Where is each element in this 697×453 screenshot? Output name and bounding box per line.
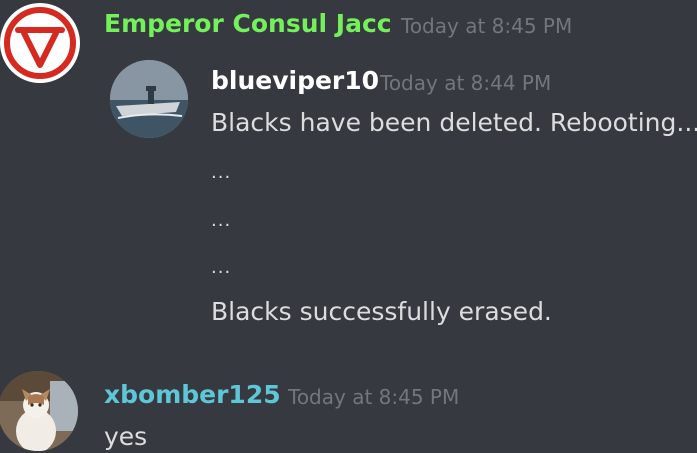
quoted-author-name[interactable]: blueviper10 <box>211 68 379 93</box>
avatar[interactable] <box>0 371 78 451</box>
quoted-line: Blacks have been deleted. Rebooting... <box>211 108 697 137</box>
message-text: yes <box>104 422 148 451</box>
message-timestamp: Today at 8:45 PM <box>288 385 460 409</box>
message-xbomber125: xbomber125 Today at 8:45 PM yes <box>0 345 697 453</box>
aircraft-carrier-photo <box>110 60 188 138</box>
quoted-line: ... <box>211 210 232 231</box>
author-name[interactable]: xbomber125 <box>104 382 281 407</box>
cat-photo <box>0 371 78 451</box>
quoted-line: Blacks successfully erased. <box>211 297 552 326</box>
quoted-line: ... <box>211 162 232 183</box>
quoted-message: blueviper10 Today at 8:44 PM Blacks have… <box>0 0 697 345</box>
quoted-line: ... <box>211 257 232 278</box>
quoted-timestamp: Today at 8:44 PM <box>380 71 552 95</box>
message-emperor-consul-jacc: Emperor Consul Jacc Today at 8:45 PM blu… <box>0 0 697 345</box>
avatar[interactable] <box>110 60 188 138</box>
